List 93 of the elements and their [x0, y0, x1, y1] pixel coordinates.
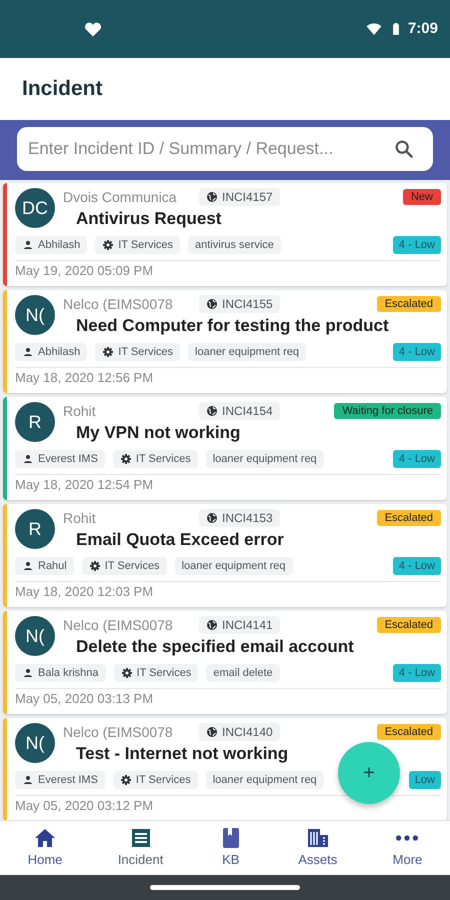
incident-card[interactable]: N( Nelco (EIMS0078 INCI4141 Escalated Delete the specified email account Bala krishna IT Services email delete 4 - Low May 05, 2020 03:13 PM — [3, 611, 447, 714]
group-name: IT Services — [118, 345, 174, 359]
globe-icon — [206, 191, 218, 203]
requester-name: Nelco (EIMS0078 — [63, 616, 174, 634]
assignee-name: Bala krishna — [38, 666, 99, 680]
globe-icon — [206, 298, 218, 310]
globe-icon — [206, 405, 218, 417]
status-badge: Waiting for closure — [334, 403, 441, 419]
requester-name: Rohit — [63, 509, 97, 527]
more-icon — [395, 834, 420, 842]
nav-tab[interactable]: More — [384, 824, 430, 872]
incident-card[interactable]: R Rohit INCI4154 Waiting for closure My VPN not working Everest IMS IT Services loaner equipment req 4 - Low May 18, 2020 12:54 PM — [3, 397, 447, 500]
incident-card[interactable]: DC Dvois Communica INCI4157 New Antivirus Request Abhilash IT Services antivirus service 4 - Low May 19, 2020 05:09 PM — [3, 183, 447, 286]
globe-icon — [206, 512, 218, 524]
wifi-icon — [364, 21, 383, 37]
search-icon[interactable] — [393, 138, 415, 160]
category-tag: loaner equipment req — [188, 343, 306, 361]
nav-tab[interactable]: Assets — [290, 824, 346, 872]
person-icon — [22, 774, 34, 786]
category-tag: loaner equipment req — [206, 450, 324, 468]
assignee-name: Everest IMS — [38, 773, 98, 787]
requester-name: Nelco (EIMS0078 — [63, 723, 174, 741]
incident-date: May 18, 2020 12:03 PM — [15, 581, 441, 600]
gear-icon — [120, 774, 132, 786]
incident-title: Email Quota Exceed error — [76, 529, 284, 551]
assignee-name: Abhilash — [38, 238, 80, 252]
person-icon — [22, 239, 34, 251]
page-title: Incident — [22, 76, 103, 102]
incident-date: May 05, 2020 03:13 PM — [15, 688, 441, 707]
incident-id-text: INCI4154 — [222, 404, 273, 418]
group-name: IT Services — [136, 452, 191, 466]
nav-tab[interactable]: Incident — [110, 824, 172, 872]
avatar: N( — [15, 723, 55, 763]
category-tag: loaner equipment req — [174, 557, 293, 575]
group-name: IT Services — [118, 238, 174, 252]
incident-id-text: INCI4141 — [222, 618, 273, 632]
person-icon — [22, 346, 34, 358]
person-icon — [22, 560, 34, 572]
group-name: IT Services — [104, 559, 160, 573]
incident-id-text: INCI4153 — [222, 511, 273, 525]
incident-title: My VPN not working — [76, 422, 240, 444]
assignee-name: Abhilash — [38, 345, 80, 359]
clock-time: 7:09 — [408, 18, 438, 39]
gear-icon — [120, 667, 133, 679]
nav-tab[interactable]: Home — [20, 824, 70, 872]
category-tag: email delete — [206, 664, 280, 682]
priority-badge: 4 - Low — [392, 343, 441, 361]
avatar: DC — [15, 188, 55, 228]
category-tag: antivirus service — [188, 236, 281, 254]
avatar: R — [15, 402, 55, 442]
incident-title: Antivirus Request — [76, 208, 222, 230]
nav-tab[interactable]: KB — [210, 824, 251, 872]
avatar: R — [15, 509, 55, 549]
incident-card[interactable]: R Rohit INCI4153 Escalated Email Quota Exceed error Rahul IT Services loaner equipment req 4 - Low May 18, 2020 12:03 PM — [3, 504, 447, 607]
status-badge: Escalated — [376, 724, 441, 740]
avatar: N( — [15, 295, 55, 335]
avatar: N( — [15, 616, 55, 656]
search-field[interactable]: Enter Incident ID / Summary / Request... — [17, 127, 433, 171]
priority-badge: 4 - Low — [392, 450, 441, 468]
incident-date: May 18, 2020 12:54 PM — [15, 474, 441, 493]
incident-title: Delete the specified email account — [76, 636, 354, 658]
priority-badge: 4 - Low — [392, 557, 441, 575]
incident-id-text: INCI4155 — [222, 297, 273, 311]
priority-badge: Low — [408, 771, 441, 789]
gear-icon — [88, 560, 101, 572]
status-badge: Escalated — [376, 296, 441, 312]
status-badge: New — [402, 189, 441, 205]
incident-id-text: INCI4157 — [222, 190, 273, 204]
category-tag: loaner equipment req — [206, 771, 324, 789]
incident-date: May 18, 2020 12:56 PM — [15, 367, 441, 386]
person-icon — [22, 667, 34, 679]
gear-icon — [102, 239, 114, 251]
globe-icon — [206, 619, 218, 631]
group-name: IT Services — [136, 773, 191, 787]
priority-badge: 4 - Low — [392, 236, 441, 254]
gear-icon — [120, 453, 132, 465]
incident-card[interactable]: N( Nelco (EIMS0078 INCI4155 Escalated Need Computer for testing the product Abhilash IT Services loaner equipment req 4 - Low May 18, 2020 12:56 PM — [3, 290, 447, 393]
incident-title: Test - Internet not working — [76, 743, 288, 765]
requester-name: Dvois Communica — [63, 188, 178, 206]
globe-icon — [206, 726, 218, 738]
assignee-name: Rahul — [38, 559, 67, 573]
gear-icon — [102, 346, 114, 358]
assignee-name: Everest IMS — [38, 452, 98, 466]
incident-date: May 19, 2020 05:09 PM — [15, 260, 441, 279]
status-badge: Escalated — [376, 510, 441, 526]
requester-name: Rohit — [63, 402, 97, 420]
incident-title: Need Computer for testing the product — [76, 315, 389, 337]
priority-badge: 4 - Low — [392, 664, 441, 682]
status-badge: Escalated — [376, 617, 441, 633]
group-name: IT Services — [136, 666, 192, 680]
requester-name: Nelco (EIMS0078 — [63, 295, 174, 313]
person-icon — [22, 453, 34, 465]
incident-id-text: INCI4140 — [222, 725, 273, 739]
